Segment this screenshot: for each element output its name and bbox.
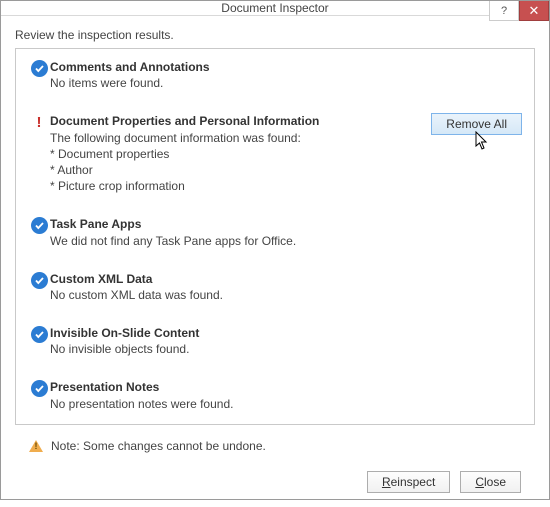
- warning-icon: !: [28, 113, 50, 131]
- bullet-text: Author: [57, 163, 92, 177]
- result-desc: The following document information was f…: [50, 130, 423, 146]
- result-content: Comments and Annotations No items were f…: [50, 59, 522, 91]
- result-item: Comments and Annotations No items were f…: [16, 49, 534, 103]
- close-button[interactable]: Close: [460, 471, 521, 493]
- reinspect-button[interactable]: Reinspect: [367, 471, 450, 493]
- result-title: Invisible On-Slide Content: [50, 325, 522, 341]
- titlebar-buttons: ? ✕: [489, 1, 549, 23]
- result-desc: No items were found.: [50, 75, 522, 91]
- result-title: Custom XML Data: [50, 271, 522, 287]
- result-content: Document Properties and Personal Informa…: [50, 113, 423, 194]
- checkmark-icon: [28, 216, 50, 234]
- warning-triangle-icon: [29, 440, 43, 452]
- result-title: Document Properties and Personal Informa…: [50, 113, 423, 129]
- dialog-footer: Note: Some changes cannot be undone. Rei…: [15, 425, 535, 507]
- result-desc: We did not find any Task Pane apps for O…: [50, 233, 522, 249]
- result-content: Custom XML Data No custom XML data was f…: [50, 271, 522, 303]
- checkmark-icon: [28, 271, 50, 289]
- checkmark-icon: [28, 59, 50, 77]
- result-action: Remove All: [423, 113, 522, 135]
- result-item: Task Pane Apps We did not find any Task …: [16, 206, 534, 260]
- footer-buttons: Reinspect Close: [29, 471, 521, 493]
- result-title: Comments and Annotations: [50, 59, 522, 75]
- results-panel: Comments and Annotations No items were f…: [15, 48, 535, 425]
- result-desc: No invisible objects found.: [50, 341, 522, 357]
- intro-text: Review the inspection results.: [15, 28, 535, 42]
- bullet-text: Document properties: [58, 147, 169, 161]
- footer-note-text: Note: Some changes cannot be undone.: [51, 439, 266, 453]
- help-button[interactable]: ?: [489, 1, 519, 21]
- dialog-window: Document Inspector ? ✕ Review the inspec…: [0, 0, 550, 500]
- checkmark-icon: [28, 379, 50, 397]
- bullet-text: Picture crop information: [58, 179, 185, 193]
- dialog-title: Document Inspector: [1, 1, 549, 15]
- result-item: Invisible On-Slide Content No invisible …: [16, 315, 534, 369]
- result-item: ! Document Properties and Personal Infor…: [16, 103, 534, 206]
- result-content: Presentation Notes No presentation notes…: [50, 379, 522, 411]
- result-desc: No presentation notes were found.: [50, 396, 522, 412]
- footer-note: Note: Some changes cannot be undone.: [29, 439, 521, 453]
- result-content: Invisible On-Slide Content No invisible …: [50, 325, 522, 357]
- titlebar: Document Inspector ? ✕: [1, 1, 549, 16]
- result-item: Custom XML Data No custom XML data was f…: [16, 261, 534, 315]
- close-window-button[interactable]: ✕: [519, 1, 549, 21]
- dialog-body: Review the inspection results. Comments …: [1, 16, 549, 507]
- result-content: Task Pane Apps We did not find any Task …: [50, 216, 522, 248]
- result-item: Presentation Notes No presentation notes…: [16, 369, 534, 423]
- result-bullets: * Document properties * Author * Picture…: [50, 146, 423, 195]
- result-desc: No custom XML data was found.: [50, 287, 522, 303]
- result-title: Task Pane Apps: [50, 216, 522, 232]
- result-title: Presentation Notes: [50, 379, 522, 395]
- remove-all-button[interactable]: Remove All: [431, 113, 522, 135]
- checkmark-icon: [28, 325, 50, 343]
